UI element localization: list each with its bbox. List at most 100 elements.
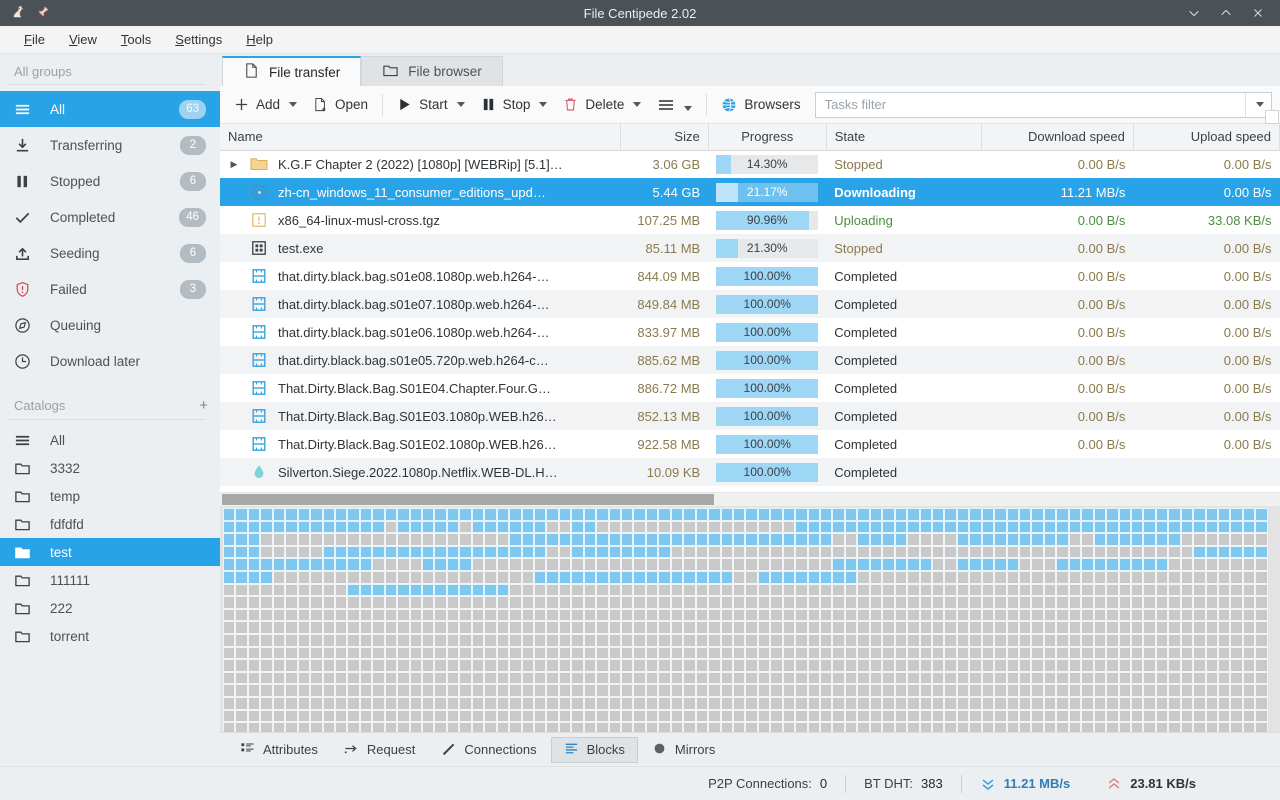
block-cell xyxy=(870,647,882,660)
block-cell xyxy=(273,558,285,571)
menu-help[interactable]: Help xyxy=(236,29,283,50)
block-cell xyxy=(522,546,534,559)
close-button[interactable] xyxy=(1244,1,1272,25)
add-dropdown-caret[interactable] xyxy=(289,102,297,107)
table-row[interactable]: test.exe 85.11 MB 21.30% Stopped 0.00 B/… xyxy=(220,234,1280,262)
menu-settings[interactable]: Settings xyxy=(165,29,232,50)
block-cell xyxy=(410,659,422,672)
tab-file-browser[interactable]: File browser xyxy=(361,56,503,86)
more-menu-button[interactable] xyxy=(649,90,700,120)
start-button[interactable]: Start xyxy=(389,90,473,120)
sidebar-item-seeding[interactable]: Seeding6 xyxy=(0,235,220,271)
block-cell xyxy=(795,571,807,584)
detail-tab-connections[interactable]: Connections xyxy=(429,737,548,763)
block-cell xyxy=(1019,546,1031,559)
block-cell xyxy=(248,647,260,660)
sidebar-item-queuing[interactable]: Queuing xyxy=(0,307,220,343)
block-cell xyxy=(633,684,645,697)
more-dropdown-caret[interactable] xyxy=(684,106,692,111)
catalog-item-torrent[interactable]: torrent xyxy=(0,622,220,650)
catalog-item-fdfdfd[interactable]: fdfdfd xyxy=(0,510,220,538)
sidebar-item-all[interactable]: All63 xyxy=(0,91,220,127)
table-hscroll-thumb[interactable] xyxy=(222,494,714,505)
open-button[interactable]: Open xyxy=(305,90,376,120)
block-cell xyxy=(671,609,683,622)
block-cell xyxy=(994,558,1006,571)
menu-view[interactable]: View xyxy=(59,29,107,50)
table-hscrollbar[interactable] xyxy=(220,492,1280,506)
catalog-item-test[interactable]: test xyxy=(0,538,220,566)
block-cell xyxy=(248,533,260,546)
catalog-item-3332[interactable]: 3332 xyxy=(0,454,220,482)
catalog-item-111111[interactable]: 111111 xyxy=(0,566,220,594)
video-icon xyxy=(249,268,269,284)
block-cell xyxy=(721,634,733,647)
col-name[interactable]: Name xyxy=(220,124,620,150)
col-upload-speed[interactable]: Upload speed xyxy=(1133,124,1279,150)
delete-button[interactable]: Delete xyxy=(555,90,649,120)
table-row[interactable]: That.Dirty.Black.Bag.S01E03.1080p.WEB.h2… xyxy=(220,402,1280,430)
block-cell xyxy=(559,647,571,660)
table-row[interactable]: that.dirty.black.bag.s01e08.1080p.web.h2… xyxy=(220,262,1280,290)
block-cell xyxy=(273,647,285,660)
block-cell xyxy=(422,508,434,521)
table-row[interactable]: ▶ K.G.F Chapter 2 (2022) [1080p] [WEBRip… xyxy=(220,150,1280,178)
block-cell xyxy=(832,521,844,534)
browsers-button[interactable]: Browsers xyxy=(713,90,808,120)
start-dropdown-caret[interactable] xyxy=(457,102,465,107)
table-row[interactable]: that.dirty.black.bag.s01e07.1080p.web.h2… xyxy=(220,290,1280,318)
block-cell xyxy=(347,521,359,534)
block-cell xyxy=(410,710,422,723)
block-cell xyxy=(683,521,695,534)
sidebar-item-download-later[interactable]: Download later xyxy=(0,343,220,379)
col-size[interactable]: Size xyxy=(620,124,708,150)
detail-tab-mirrors[interactable]: Mirrors xyxy=(640,737,727,763)
block-cell xyxy=(235,508,247,521)
table-row[interactable]: That.Dirty.Black.Bag.S01E02.1080p.WEB.h2… xyxy=(220,430,1280,458)
menu-tools[interactable]: Tools xyxy=(111,29,161,50)
table-row[interactable]: that.dirty.black.bag.s01e05.720p.web.h26… xyxy=(220,346,1280,374)
stop-dropdown-caret[interactable] xyxy=(539,102,547,107)
block-cell xyxy=(671,596,683,609)
table-row[interactable]: zh-cn_windows_11_consumer_editions_upd… … xyxy=(220,178,1280,206)
tab-file-transfer[interactable]: File transfer xyxy=(222,56,361,86)
col-state[interactable]: State xyxy=(826,124,981,150)
menu-file[interactable]: File xyxy=(14,29,55,50)
block-cell xyxy=(472,508,484,521)
add-catalog-button[interactable]: + xyxy=(199,397,208,414)
pin-icon[interactable] xyxy=(36,5,50,22)
minimize-button[interactable] xyxy=(1180,1,1208,25)
block-cell xyxy=(969,546,981,559)
catalog-item-all[interactable]: All xyxy=(0,426,220,454)
detail-tab-blocks[interactable]: Blocks xyxy=(551,737,638,763)
block-cell xyxy=(808,684,820,697)
col-download-speed[interactable]: Download speed xyxy=(981,124,1133,150)
detail-tab-request[interactable]: Request xyxy=(332,737,427,763)
block-cell xyxy=(534,634,546,647)
tasks-filter-box[interactable] xyxy=(815,92,1272,118)
block-cell xyxy=(447,647,459,660)
table-row[interactable]: x86_64-linux-musl-cross.tgz 107.25 MB 90… xyxy=(220,206,1280,234)
sidebar-item-completed[interactable]: Completed46 xyxy=(0,199,220,235)
detail-tab-attributes[interactable]: Attributes xyxy=(228,737,330,763)
col-progress[interactable]: Progress xyxy=(708,124,826,150)
block-cell xyxy=(472,521,484,534)
block-cell xyxy=(422,558,434,571)
table-row[interactable]: That.Dirty.Black.Bag.S01E04.Chapter.Four… xyxy=(220,374,1280,402)
table-row[interactable]: that.dirty.black.bag.s01e06.1080p.web.h2… xyxy=(220,318,1280,346)
table-row[interactable]: Silverton.Siege.2022.1080p.Netflix.WEB-D… xyxy=(220,458,1280,486)
sidebar-item-transferring[interactable]: Transferring2 xyxy=(0,127,220,163)
delete-dropdown-caret[interactable] xyxy=(633,102,641,107)
tasks-filter-input[interactable] xyxy=(825,97,1245,112)
row-expander[interactable]: ▶ xyxy=(228,159,240,170)
maximize-button[interactable] xyxy=(1212,1,1240,25)
catalog-item-temp[interactable]: temp xyxy=(0,482,220,510)
stop-button[interactable]: Stop xyxy=(473,90,556,120)
sidebar-item-failed[interactable]: Failed3 xyxy=(0,271,220,307)
catalog-item-222[interactable]: 222 xyxy=(0,594,220,622)
add-button[interactable]: Add xyxy=(226,90,305,120)
sidebar-item-stopped[interactable]: Stopped6 xyxy=(0,163,220,199)
block-cell xyxy=(447,710,459,723)
block-cell xyxy=(385,634,397,647)
block-cell xyxy=(534,659,546,672)
